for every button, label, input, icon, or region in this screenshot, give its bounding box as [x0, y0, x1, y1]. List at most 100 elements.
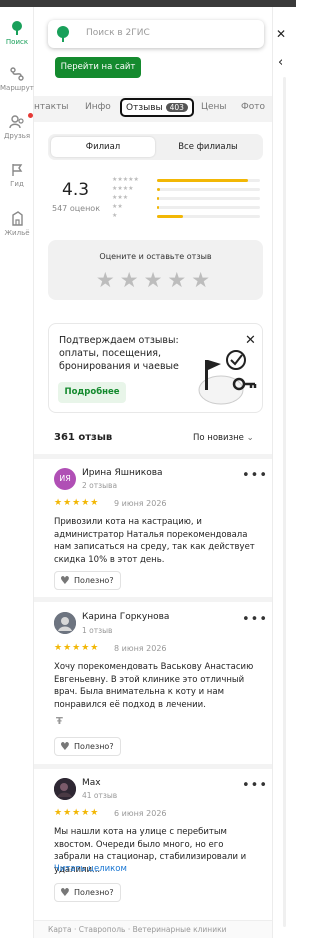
- branch-option[interactable]: Филиал: [51, 137, 155, 157]
- 2gis-logo-icon: [57, 26, 69, 42]
- avatar: [54, 778, 76, 800]
- more-options-icon[interactable]: •••: [242, 468, 268, 483]
- rating-bar-stars: ★★★★: [112, 185, 134, 192]
- review-author[interactable]: Max: [82, 778, 101, 788]
- rating-distribution: ★★★★★ ★★★★ ★★★ ★★ ★: [112, 176, 262, 221]
- rating-bar-fill: [157, 215, 183, 218]
- go-to-site-button[interactable]: Перейти на сайт: [55, 57, 141, 78]
- avatar: ИЯ: [54, 468, 76, 490]
- heart-icon: ♥: [60, 886, 70, 899]
- review-author-count: 2 отзыва: [82, 481, 118, 490]
- all-branches-option[interactable]: Все филиалы: [156, 137, 260, 157]
- rating-bar-fill: [157, 197, 160, 200]
- chevron-down-icon: ⌄: [246, 433, 254, 443]
- review-author-count: 41 отзыв: [82, 791, 118, 800]
- tab-info[interactable]: Инфо: [85, 102, 111, 112]
- user-photo-icon: [54, 612, 76, 634]
- building-icon: [12, 211, 23, 226]
- heart-icon: ♥: [60, 574, 70, 587]
- rail-item-housing[interactable]: Жильё: [0, 210, 34, 237]
- rating-bar-row: ★★: [112, 203, 262, 212]
- rail-label-guide: Гид: [10, 180, 24, 188]
- search-input[interactable]: Поиск в 2ГИС: [86, 28, 150, 38]
- rail-item-guide[interactable]: Гид: [0, 163, 34, 188]
- review-author[interactable]: Карина Горкунова: [82, 612, 169, 622]
- review-item: Карина Горкунова 1 отзыв ••• ★★★★★ 8 июн…: [34, 602, 272, 764]
- rail-label-housing: Жильё: [4, 229, 30, 237]
- flag-icon: [12, 164, 23, 176]
- tab-prices[interactable]: Цены: [201, 102, 227, 112]
- useful-label: Полезно?: [74, 888, 114, 897]
- scrollbar[interactable]: [283, 77, 286, 927]
- branch-switch: Филиал Все филиалы: [48, 134, 263, 160]
- review-author[interactable]: Ирина Яшникова: [82, 468, 163, 478]
- friends-icon: [9, 115, 24, 129]
- rating-bar-row: ★: [112, 212, 262, 221]
- useful-label: Полезно?: [74, 742, 114, 751]
- rating-bar-row: ★★★★: [112, 185, 262, 194]
- breadcrumb-text[interactable]: Карта · Ставрополь · Ветеринарные клиник…: [48, 925, 226, 934]
- review-date: 6 июня 2026: [114, 809, 167, 818]
- tab-contacts[interactable]: нтакты: [34, 102, 68, 112]
- review-text: Хочу порекомендовать Васькову Анастасию …: [54, 662, 254, 710]
- right-rail: ✕ ‹: [273, 7, 296, 938]
- rail-item-routes[interactable]: Маршруты: [0, 67, 39, 92]
- search-pin-icon: [12, 21, 22, 35]
- sort-label: По новизне: [193, 433, 244, 443]
- rating-bar-fill: [157, 188, 161, 191]
- rail-item-friends[interactable]: Друзья: [0, 113, 34, 140]
- useful-button[interactable]: ♥ Полезно?: [54, 571, 121, 590]
- average-rating: 4.3: [62, 180, 90, 200]
- useful-label: Полезно?: [74, 576, 114, 585]
- useful-button[interactable]: ♥ Полезно?: [54, 883, 121, 902]
- route-icon: [10, 67, 24, 81]
- review-date: 9 июня 2026: [114, 499, 167, 508]
- heart-icon: ♥: [60, 740, 70, 753]
- more-options-icon[interactable]: •••: [242, 778, 268, 793]
- close-panel-icon[interactable]: ✕: [276, 27, 286, 41]
- search-box[interactable]: Поиск в 2ГИС: [48, 20, 264, 48]
- promo-text: Подтверждаем отзывы: оплаты, посещения, …: [59, 335, 179, 372]
- rating-bar-track: [157, 197, 260, 200]
- breadcrumb: Карта · Ставрополь · Ветеринарные клиник…: [34, 920, 272, 938]
- rate-stars[interactable]: ★★★★★: [48, 268, 263, 292]
- tab-photos[interactable]: Фото: [241, 102, 265, 112]
- review-text: Привозили кота на кастрацию, и администр…: [54, 517, 255, 565]
- review-item: ИЯ Ирина Яшникова 2 отзыва ••• ★★★★★ 9 и…: [34, 459, 272, 597]
- rating-bar-stars: ★★: [112, 203, 123, 210]
- tab-reviews[interactable]: Отзывы 403: [120, 98, 194, 117]
- firm-tabs: нтакты Инфо Отзывы 403 Цены Фото: [34, 96, 272, 122]
- more-options-icon[interactable]: •••: [242, 612, 268, 627]
- reviews-count-badge: 403: [165, 103, 188, 112]
- reviews-count: 361 отзыв: [54, 432, 113, 443]
- rating-bar-track: [157, 206, 260, 209]
- rate-prompt: Оцените и оставьте отзыв: [99, 252, 212, 261]
- rating-bar-row: ★★★★★: [112, 176, 262, 185]
- review-stars: ★★★★★: [54, 808, 100, 818]
- notification-dot: [28, 113, 33, 118]
- rating-bar-stars: ★: [112, 212, 118, 219]
- rail-item-search[interactable]: Поиск: [0, 21, 34, 46]
- promo-more-button[interactable]: Подробнее: [58, 382, 126, 403]
- rating-bar-stars: ★★★: [112, 194, 129, 201]
- rail-label-search: Поиск: [5, 38, 29, 46]
- user-photo-icon: [54, 778, 76, 800]
- avatar: [54, 612, 76, 634]
- firm-panel: Поиск в 2ГИС Перейти на сайт нтакты Инфо…: [34, 7, 273, 938]
- rating-bar-track: [157, 179, 260, 182]
- rail-label-friends: Друзья: [3, 132, 31, 140]
- review-date: 8 июня 2026: [114, 644, 167, 653]
- promo-card: Подтверждаем отзывы: оплаты, посещения, …: [48, 323, 263, 413]
- sort-dropdown[interactable]: По новизне ⌄: [193, 433, 254, 443]
- top-bar: [0, 0, 296, 7]
- rating-bar-fill: [157, 206, 160, 209]
- confirmed-visit-icon: Ŧ: [56, 716, 63, 727]
- verified-reviews-illustration: [198, 350, 257, 405]
- collapse-chevron-icon[interactable]: ‹: [278, 55, 283, 70]
- rating-bar-stars: ★★★★★: [112, 176, 139, 183]
- review-stars: ★★★★★: [54, 643, 100, 653]
- rating-bar-fill: [157, 179, 248, 182]
- rating-bar-track: [157, 215, 260, 218]
- useful-button[interactable]: ♥ Полезно?: [54, 737, 121, 756]
- read-more-link[interactable]: Читать целиком: [54, 864, 127, 874]
